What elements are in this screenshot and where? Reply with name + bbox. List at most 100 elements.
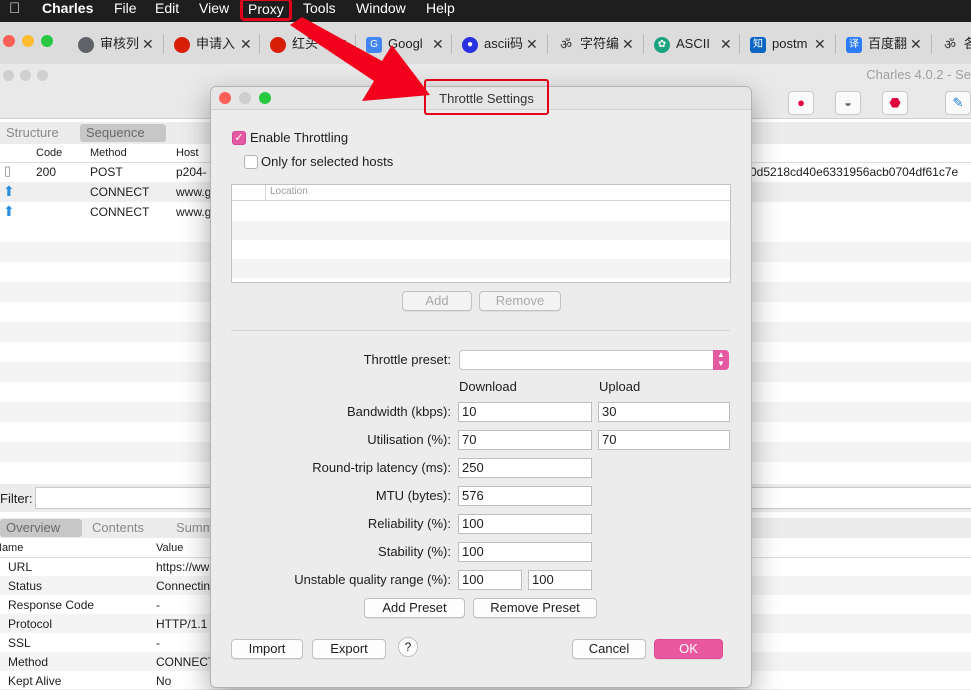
column-code[interactable]: Code: [36, 147, 62, 159]
close-tab-icon[interactable]: ✕: [142, 30, 154, 58]
tab-separator: [835, 34, 836, 54]
column-host[interactable]: Host: [176, 147, 199, 159]
tab-structure[interactable]: Structure: [0, 124, 65, 142]
stop-icon: ⬣: [889, 95, 901, 110]
column-method[interactable]: Method: [90, 147, 127, 159]
apple-icon[interactable]: : [9, 0, 20, 22]
mtu-field[interactable]: 576: [458, 486, 592, 506]
zoom-window-icon[interactable]: [37, 70, 48, 81]
fanyi-icon: 译: [846, 36, 862, 53]
baidu-paw-icon: ●: [462, 36, 478, 53]
selected-hosts-checkbox[interactable]: [244, 155, 258, 169]
remove-preset-button[interactable]: Remove Preset: [473, 598, 597, 618]
window-title: Charles 4.0.2 - Se: [866, 67, 971, 82]
annotation-arrow-icon: [290, 17, 430, 101]
close-tab-icon[interactable]: ✕: [526, 30, 538, 58]
remove-location-button[interactable]: Remove: [479, 291, 561, 311]
upload-arrow-icon: ⬆: [3, 183, 15, 199]
close-tab-icon[interactable]: ✕: [240, 30, 252, 58]
minimize-dialog-icon: [239, 92, 251, 104]
openai-icon: ✿: [654, 36, 670, 53]
export-button[interactable]: Export: [312, 639, 386, 659]
upload-header: Upload: [599, 379, 641, 394]
utilisation-upload-field[interactable]: 70: [598, 430, 730, 450]
menu-bar:  Charles File Edit View Proxy Tools Win…: [0, 0, 971, 22]
reliability-field[interactable]: 100: [458, 514, 592, 534]
bandwidth-download-field[interactable]: 10: [458, 402, 592, 422]
reliability-label: Reliability (%):: [367, 516, 451, 531]
close-window-icon[interactable]: [3, 35, 15, 47]
menu-edit[interactable]: Edit: [155, 0, 179, 22]
browser-tab[interactable]: 译百度翻 ✕: [846, 30, 922, 58]
tab-contents[interactable]: Contents: [86, 519, 150, 537]
locations-header: Location: [232, 185, 730, 201]
mtu-label: MTU (bytes):: [375, 488, 451, 503]
menu-view[interactable]: View: [199, 0, 229, 22]
close-tab-icon[interactable]: ✕: [720, 30, 732, 58]
throttle-preset-select[interactable]: ▲ ▼: [459, 350, 729, 370]
add-location-button[interactable]: Add: [402, 291, 472, 311]
unstable-range-max-field[interactable]: 100: [528, 570, 592, 590]
zoom-window-icon[interactable]: [41, 35, 53, 47]
tab-separator: [163, 34, 164, 54]
om-icon: ॐ: [560, 36, 572, 52]
download-header: Download: [459, 379, 517, 394]
latency-label: Round-trip latency (ms):: [312, 460, 451, 475]
breakpoints-button[interactable]: ⬣: [882, 91, 908, 115]
close-tab-icon[interactable]: ✕: [910, 30, 922, 58]
browser-tab[interactable]: ✿ ASCII ✕: [654, 30, 732, 58]
add-preset-button[interactable]: Add Preset: [364, 598, 465, 618]
stability-label: Stability (%):: [378, 544, 451, 559]
browser-tab[interactable]: ॐ 字符编 ✕: [558, 30, 634, 58]
divider: [231, 330, 730, 331]
filter-label: Filter:: [0, 491, 33, 506]
throttle-button[interactable]: ◒: [835, 91, 861, 115]
latency-field[interactable]: 250: [458, 458, 592, 478]
locations-table[interactable]: Location: [231, 184, 731, 283]
browser-tab[interactable]: ॐ各: [942, 30, 971, 58]
browser-tab[interactable]: 知 postm ✕: [750, 30, 826, 58]
help-icon[interactable]: ?: [398, 637, 418, 657]
menu-file[interactable]: File: [114, 0, 137, 22]
close-dialog-icon[interactable]: [219, 92, 231, 104]
tab-separator: [547, 34, 548, 54]
bandwidth-upload-field[interactable]: 30: [598, 402, 730, 422]
unstable-range-min-field[interactable]: 100: [458, 570, 522, 590]
browser-tab[interactable]: 审核列 ✕: [78, 30, 154, 58]
compose-button[interactable]: ✎: [945, 91, 971, 115]
tab-overview[interactable]: Overview: [0, 519, 82, 537]
record-button[interactable]: ●: [788, 91, 814, 115]
cancel-button[interactable]: Cancel: [572, 639, 646, 659]
location-column[interactable]: Location: [270, 186, 308, 197]
minimize-window-icon[interactable]: [20, 70, 31, 81]
tab-separator: [931, 34, 932, 54]
selected-hosts-label[interactable]: Only for selected hosts: [261, 154, 393, 169]
close-window-icon[interactable]: [3, 70, 14, 81]
enable-throttling-label[interactable]: Enable Throttling: [250, 130, 348, 145]
browser-tab[interactable]: 申请入 ✕: [174, 30, 252, 58]
import-button[interactable]: Import: [231, 639, 303, 659]
pen-icon: ✎: [952, 95, 964, 110]
bandwidth-label: Bandwidth (kbps):: [346, 404, 451, 419]
browser-tab[interactable]: ● ascii码 ✕: [462, 30, 538, 58]
empty-row: [232, 221, 730, 240]
column-value[interactable]: Value: [156, 542, 183, 554]
close-tab-icon[interactable]: ✕: [622, 30, 634, 58]
upload-arrow-icon: ⬆: [3, 203, 15, 219]
red-round-icon: [174, 36, 190, 53]
zoom-dialog-icon[interactable]: [259, 92, 271, 104]
tab-sequence[interactable]: Sequence: [80, 124, 166, 142]
stability-field[interactable]: 100: [458, 542, 592, 562]
turtle-icon: ◒: [844, 95, 852, 110]
close-tab-icon[interactable]: ✕: [814, 30, 826, 58]
record-icon: ●: [797, 95, 805, 110]
minimize-window-icon[interactable]: [22, 35, 34, 47]
throttle-settings-dialog: ✓ Enable Throttling Only for selected ho…: [210, 86, 752, 688]
app-menu[interactable]: Charles: [42, 0, 93, 22]
utilisation-label: Utilisation (%):: [367, 432, 451, 447]
column-name[interactable]: Name: [0, 542, 23, 554]
ok-button[interactable]: OK: [654, 639, 723, 659]
tab-separator: [643, 34, 644, 54]
enable-throttling-checkbox[interactable]: ✓: [232, 131, 246, 145]
utilisation-download-field[interactable]: 70: [458, 430, 592, 450]
